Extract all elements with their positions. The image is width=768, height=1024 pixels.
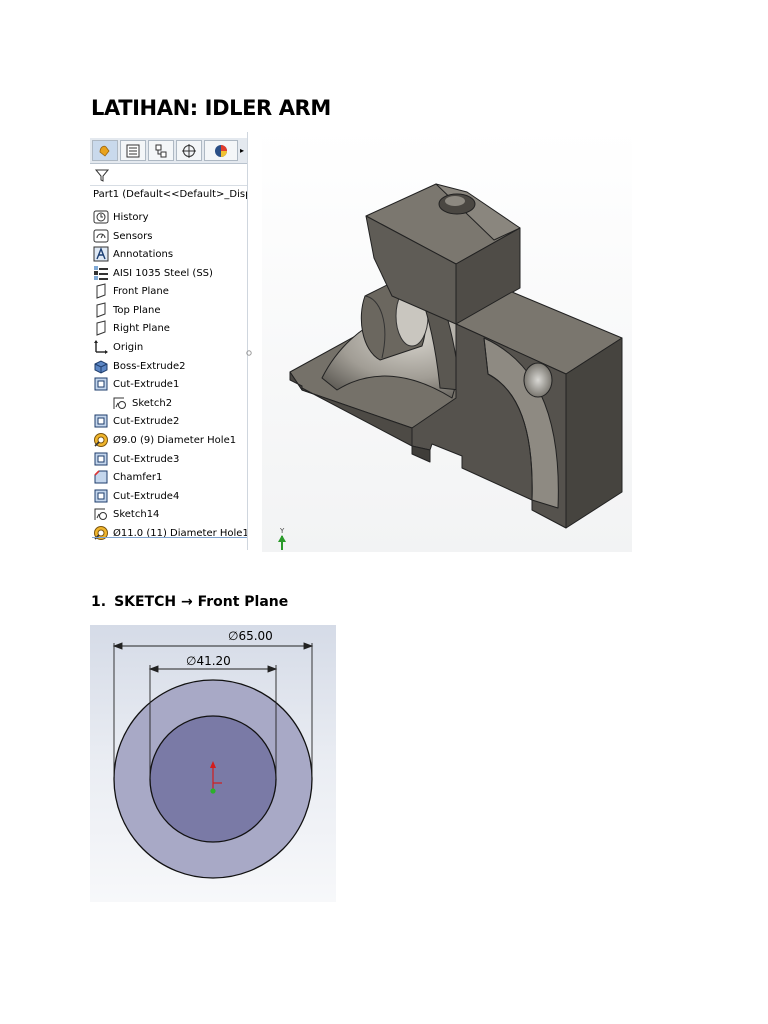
outer-diameter-dimension[interactable]: ∅65.00 bbox=[228, 629, 273, 643]
plane-icon bbox=[93, 320, 109, 336]
inner-diameter-dimension[interactable]: ∅41.20 bbox=[186, 654, 231, 668]
tree-item-label: Cut-Extrude4 bbox=[113, 490, 180, 502]
step-number: 1. bbox=[91, 594, 107, 610]
sensors-icon bbox=[93, 228, 109, 244]
axis-y-label: Y bbox=[279, 527, 285, 535]
tree-item-origin[interactable]: Origin bbox=[93, 338, 143, 356]
cut-extrude-icon bbox=[93, 488, 109, 504]
tree-item-label: Boss-Extrude2 bbox=[113, 360, 186, 372]
model-viewport[interactable] bbox=[262, 128, 632, 552]
cut-extrude-icon bbox=[93, 451, 109, 467]
display-manager-tab[interactable] bbox=[204, 140, 238, 161]
hole-wizard-icon bbox=[93, 432, 109, 448]
tree-item-label: Front Plane bbox=[113, 285, 169, 297]
origin-icon bbox=[93, 339, 109, 355]
tree-item-9-0-9-diameter-hole1[interactable]: Ø9.0 (9) Diameter Hole1 bbox=[93, 431, 236, 449]
tree-item-label: Ø9.0 (9) Diameter Hole1 bbox=[113, 434, 237, 446]
page-title: LATIHAN: IDLER ARM bbox=[91, 96, 331, 120]
axis-triad-icon: Y bbox=[278, 527, 286, 550]
sketch-icon bbox=[112, 395, 128, 411]
tree-item-label: Sensors bbox=[113, 230, 153, 242]
cut-extrude-icon bbox=[93, 376, 109, 392]
feature-manager-tree: ▸ Part1 (Default<<Default>_Display Histo… bbox=[90, 132, 248, 550]
outer-diameter-value: 65.00 bbox=[238, 629, 273, 643]
property-manager-icon bbox=[126, 144, 140, 157]
tree-item-front-plane[interactable]: Front Plane bbox=[93, 282, 169, 300]
tree-item-aisi-1035-steel-ss[interactable]: AISI 1035 Steel (SS) bbox=[93, 264, 213, 282]
annotations-icon bbox=[93, 246, 109, 262]
tree-item-11-0-11-diameter-hole1[interactable]: Ø11.0 (11) Diameter Hole1 bbox=[93, 524, 247, 542]
tree-item-boss-extrude2[interactable]: Boss-Extrude2 bbox=[93, 357, 185, 375]
tree-item-history[interactable]: History bbox=[93, 208, 149, 226]
dimxpert-tab[interactable] bbox=[176, 140, 202, 161]
tab-scroll-arrow-icon[interactable]: ▸ bbox=[240, 146, 244, 155]
boss-extrude-icon bbox=[93, 358, 109, 374]
tree-item-annotations[interactable]: Annotations bbox=[93, 245, 173, 263]
tree-item-sensors[interactable]: Sensors bbox=[93, 227, 153, 245]
dimxpert-icon bbox=[182, 143, 196, 158]
step-heading: 1. SKETCH → Front Plane bbox=[91, 594, 288, 610]
material-icon bbox=[93, 265, 109, 281]
configuration-manager-tab[interactable] bbox=[148, 140, 174, 161]
rollback-bar[interactable] bbox=[92, 537, 247, 538]
tree-item-label: AISI 1035 Steel (SS) bbox=[113, 267, 213, 279]
step-text: SKETCH → Front Plane bbox=[114, 594, 289, 610]
tree-item-label: Cut-Extrude3 bbox=[113, 453, 180, 465]
tree-tab-bar: ▸ bbox=[90, 138, 247, 164]
tree-item-cut-extrude4[interactable]: Cut-Extrude4 bbox=[93, 487, 179, 505]
tree-item-label: Annotations bbox=[113, 248, 174, 260]
tree-item-top-plane[interactable]: Top Plane bbox=[93, 301, 160, 319]
tree-item-label: History bbox=[113, 211, 149, 223]
feature-manager-icon bbox=[99, 145, 110, 157]
cut-extrude-icon bbox=[93, 413, 109, 429]
plane-icon bbox=[93, 302, 109, 318]
tree-item-label: Right Plane bbox=[113, 322, 170, 334]
tree-item-label: Sketch14 bbox=[113, 508, 160, 520]
tree-item-right-plane[interactable]: Right Plane bbox=[93, 319, 170, 337]
filter-icon[interactable] bbox=[94, 167, 110, 183]
tree-item-sketch14[interactable]: Sketch14 bbox=[93, 505, 159, 523]
tree-item-label: Cut-Extrude2 bbox=[113, 415, 180, 427]
tree-item-label: Cut-Extrude1 bbox=[113, 378, 180, 390]
diameter-symbol: ∅ bbox=[228, 629, 239, 643]
hole-wizard-icon bbox=[93, 525, 109, 541]
chamfer-icon bbox=[93, 469, 109, 485]
feature-manager-tab[interactable] bbox=[92, 140, 118, 161]
inner-diameter-value: 41.20 bbox=[196, 654, 231, 668]
history-icon bbox=[93, 209, 109, 225]
sketch-icon bbox=[93, 506, 109, 522]
tree-filter-row[interactable] bbox=[90, 165, 247, 186]
tree-item-sketch2[interactable]: Sketch2 bbox=[112, 394, 172, 412]
property-manager-tab[interactable] bbox=[120, 140, 146, 161]
tree-item-label: Sketch2 bbox=[132, 397, 173, 409]
tree-item-label: Origin bbox=[113, 341, 144, 353]
tree-item-chamfer1[interactable]: Chamfer1 bbox=[93, 468, 162, 486]
configuration-manager-icon bbox=[155, 144, 167, 157]
part-root-node[interactable]: Part1 (Default<<Default>_Display bbox=[93, 189, 247, 200]
tree-item-label: Top Plane bbox=[113, 304, 161, 316]
diameter-symbol: ∅ bbox=[186, 654, 197, 668]
display-manager-icon bbox=[215, 144, 227, 157]
tree-item-label: Chamfer1 bbox=[113, 471, 163, 483]
tree-item-cut-extrude3[interactable]: Cut-Extrude3 bbox=[93, 450, 179, 468]
tree-item-cut-extrude1[interactable]: Cut-Extrude1 bbox=[93, 375, 179, 393]
tree-item-cut-extrude2[interactable]: Cut-Extrude2 bbox=[93, 412, 179, 430]
panel-collapse-grip-icon[interactable] bbox=[246, 346, 252, 360]
plane-icon bbox=[93, 283, 109, 299]
